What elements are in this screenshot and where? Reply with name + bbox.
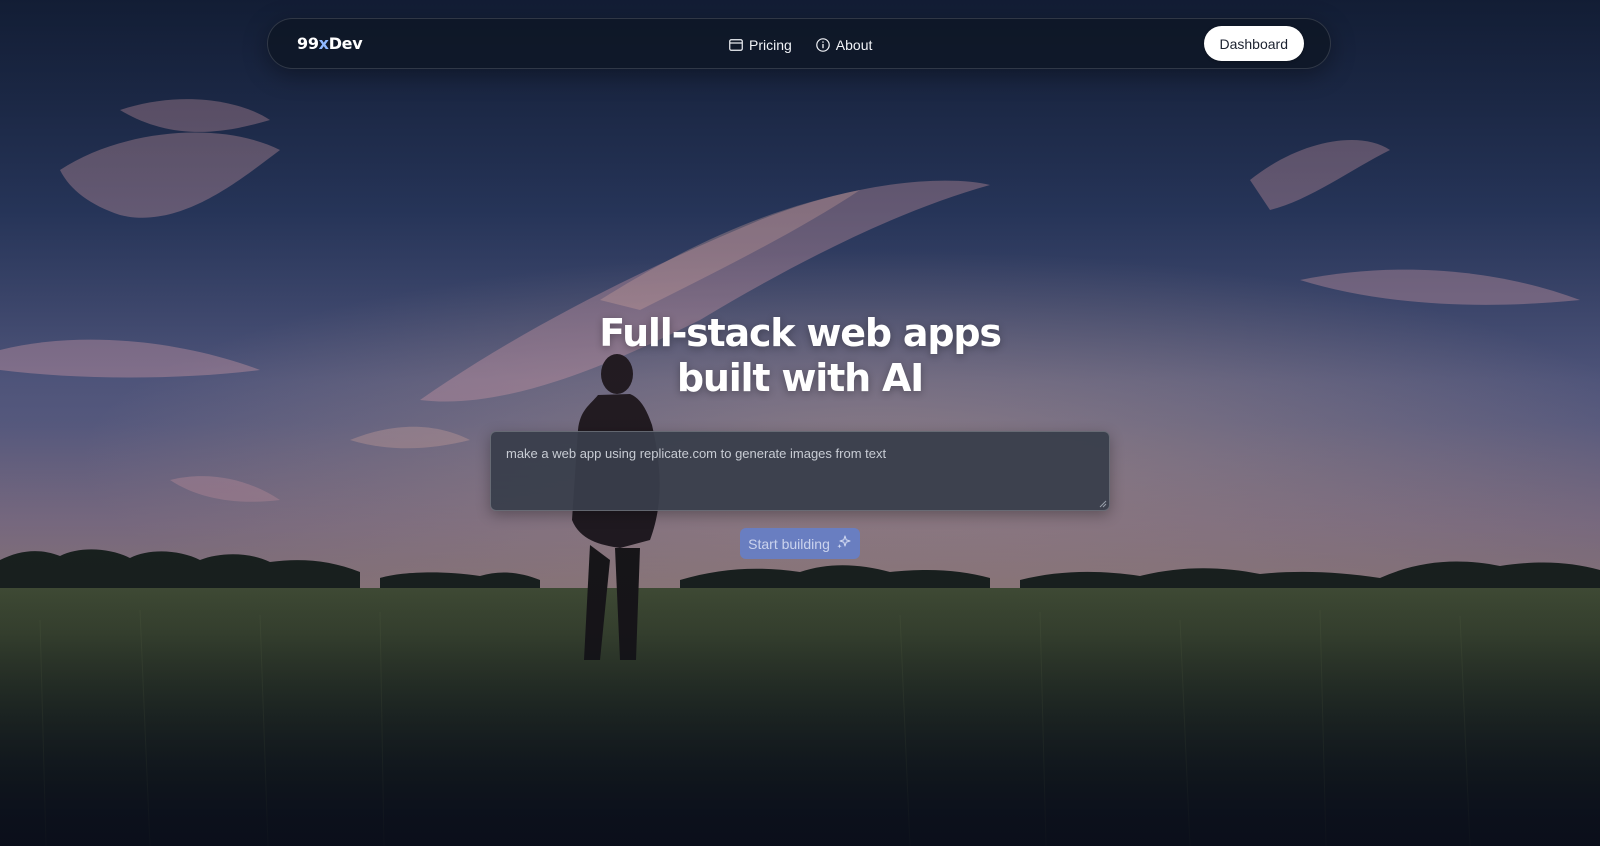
resize-grip-icon[interactable] [1099,500,1107,508]
sparkles-icon [836,534,852,553]
brand-logo[interactable]: 99 x Dev [297,34,363,53]
dashboard-button[interactable]: Dashboard [1203,26,1304,61]
top-navbar: 99 x Dev Pricing About Dashboard [267,18,1331,69]
credit-card-icon [729,38,743,51]
hero-title-line-2: built with AI [676,356,924,400]
brand-accent: x [318,34,329,53]
start-building-button[interactable]: Start building [740,528,860,559]
start-building-label: Start building [748,535,830,552]
hero-title: Full-stack web apps built with AI [0,311,1600,401]
nav-link-about[interactable]: About [815,36,873,53]
background-overlay [0,0,1600,846]
landing-page: 99 x Dev Pricing About Dashboard Full-stac… [0,0,1600,846]
prompt-container [490,431,1110,511]
hero-title-line-1: Full-stack web apps [599,311,1002,355]
nav-link-pricing[interactable]: Pricing [729,37,792,53]
nav-link-pricing-label: Pricing [749,36,792,53]
brand-suffix: Dev [328,34,363,53]
nav-links: Pricing About [729,19,872,70]
brand-prefix: 99 [297,34,319,53]
info-circle-icon [815,37,830,52]
nav-link-about-label: About [835,36,873,53]
prompt-input[interactable] [490,431,1110,511]
